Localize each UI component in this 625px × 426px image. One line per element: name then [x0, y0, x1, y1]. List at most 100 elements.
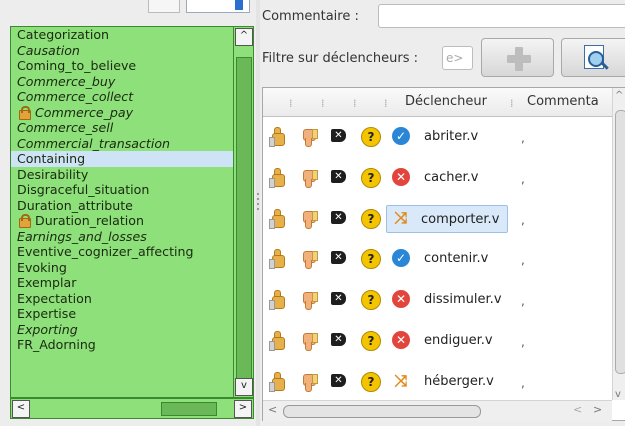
comment-cell[interactable]: , — [521, 376, 525, 390]
comment-cell[interactable]: , — [521, 172, 525, 186]
toolbar-button-stub-2[interactable] — [186, 0, 250, 13]
trigger-cell[interactable]: héberger.v — [420, 368, 498, 396]
table-horizontal-scrollbar[interactable]: < < > — [263, 400, 612, 421]
frame-list-vertical-scrollbar[interactable]: ^ v — [233, 26, 254, 398]
scroll-left-arrow[interactable]: < — [268, 403, 277, 416]
column-header-comment[interactable]: Commenta — [527, 94, 599, 109]
help-icon[interactable]: ? — [361, 371, 381, 392]
help-icon[interactable]: ? — [361, 167, 381, 188]
delete-icon[interactable]: ✕ — [331, 129, 346, 142]
thumbs-up-icon[interactable] — [269, 208, 285, 229]
scroll-thumb[interactable] — [283, 405, 481, 418]
scroll-right-arrow[interactable]: > — [234, 400, 252, 418]
help-icon[interactable]: ? — [361, 290, 381, 311]
scroll-up-arrow[interactable]: ^ — [235, 28, 253, 46]
scroll-thumb[interactable] — [161, 402, 217, 416]
delete-icon[interactable]: ✕ — [331, 210, 346, 224]
frame-list[interactable]: Categorization Causation Coming_to_believe… — [10, 26, 234, 398]
add-button[interactable] — [481, 38, 554, 77]
frame-list-horizontal-scrollbar[interactable]: < > — [10, 398, 254, 419]
comment-input[interactable] — [378, 4, 625, 28]
frame-label: Expertise — [17, 306, 77, 321]
thumbs-up-icon[interactable] — [269, 167, 285, 188]
frame-list-item[interactable]: Evoking — [11, 260, 233, 276]
thumbs-down-icon[interactable] — [300, 249, 318, 270]
table-row[interactable]: ✕? endiguer.v ✕, — [263, 321, 612, 362]
trigger-cell[interactable]: endiguer.v — [420, 327, 497, 355]
scroll-down-arrow[interactable]: v — [235, 378, 253, 396]
frame-list-item[interactable]: Coming_to_believe — [11, 58, 233, 74]
comment-cell[interactable]: , — [521, 335, 525, 349]
table-row[interactable]: ✕? dissimuler.v ✕, — [263, 280, 612, 321]
comment-cell[interactable]: , — [521, 294, 525, 308]
frame-list-item[interactable]: Duration_attribute — [11, 198, 233, 214]
thumbs-up-icon[interactable] — [269, 290, 285, 311]
frame-list-item[interactable]: Expertise — [11, 306, 233, 322]
thumbs-down-icon[interactable] — [300, 331, 318, 351]
comment-cell[interactable]: , — [521, 131, 525, 145]
table-row[interactable]: ✕? cacher.v ✕, — [263, 158, 612, 199]
frame-list-item[interactable]: Expectation — [11, 291, 233, 307]
status-ok-icon: ✓ — [392, 249, 410, 268]
thumbs-up-icon[interactable] — [269, 330, 285, 351]
trigger-cell[interactable]: abriter.v — [420, 123, 482, 151]
comment-cell[interactable]: , — [521, 253, 525, 267]
scroll-up-arrow[interactable]: ^ — [615, 90, 623, 101]
thumbs-down-icon[interactable] — [300, 168, 318, 188]
frame-list-item[interactable]: Categorization — [11, 27, 233, 43]
frame-list-item[interactable]: Desirability — [11, 167, 233, 183]
frame-list-item[interactable]: Exemplar — [11, 275, 233, 291]
frame-list-item[interactable]: FR_Adorning — [11, 337, 233, 353]
frame-list-item[interactable]: Commerce_sell — [11, 120, 233, 136]
trigger-cell[interactable]: contenir.v — [420, 245, 492, 273]
toolbar-button-stub[interactable] — [148, 0, 180, 13]
thumbs-down-icon[interactable] — [300, 372, 318, 392]
table-header: ⁞ ⁞ ⁞ ⁞ Déclencheur ⁞ Commenta — [263, 88, 612, 117]
search-document-button[interactable] — [561, 38, 625, 77]
help-icon[interactable]: ? — [361, 249, 381, 270]
column-header-trigger[interactable]: Déclencheur — [405, 94, 487, 109]
table-row[interactable]: ✕? héberger.v ⤨, — [263, 362, 612, 403]
frame-list-item[interactable]: Causation — [11, 43, 233, 59]
help-icon[interactable]: ? — [361, 330, 381, 351]
trigger-cell[interactable]: cacher.v — [420, 164, 482, 192]
delete-icon[interactable]: ✕ — [331, 373, 346, 387]
thumbs-down-icon[interactable] — [300, 290, 318, 311]
frame-list-item[interactable]: Eventive_cognizer_affecting — [11, 244, 233, 260]
scroll-right-arrow[interactable]: > — [593, 403, 602, 416]
delete-icon[interactable]: ✕ — [331, 292, 346, 306]
frame-list-item[interactable]: Commercial_transaction — [11, 136, 233, 152]
scroll-left-arrow-2[interactable]: < — [573, 403, 582, 416]
table-row[interactable]: ✕? contenir.v ✓, — [263, 239, 612, 280]
scroll-down-arrow[interactable]: v — [615, 389, 621, 400]
table-vertical-scrollbar[interactable]: ^ v — [612, 88, 625, 400]
thumbs-down-icon[interactable] — [300, 209, 318, 229]
thumbs-down-icon[interactable] — [300, 127, 318, 147]
frame-list-item[interactable]: Containing — [11, 151, 233, 167]
frame-list-item[interactable]: Duration_relation — [11, 213, 233, 229]
frame-list-item[interactable]: Disgraceful_situation — [11, 182, 233, 198]
frame-list-item[interactable]: Commerce_pay — [11, 105, 233, 121]
thumbs-up-icon[interactable] — [269, 127, 285, 147]
delete-icon[interactable]: ✕ — [331, 332, 346, 346]
comment-cell[interactable]: , — [521, 213, 525, 227]
frame-list-item[interactable]: Commerce_buy — [11, 74, 233, 90]
scroll-thumb[interactable] — [236, 57, 252, 394]
frame-label: Exporting — [17, 321, 78, 337]
thumbs-up-icon[interactable] — [269, 371, 285, 392]
trigger-cell[interactable]: dissimuler.v — [420, 286, 506, 314]
filter-input[interactable]: e> — [442, 46, 473, 70]
help-icon[interactable]: ? — [361, 208, 381, 229]
table-row[interactable]: ✕? abriter.v ✓, — [263, 117, 612, 158]
scroll-left-arrow[interactable]: < — [12, 400, 30, 418]
frame-list-item[interactable]: Earnings_and_losses — [11, 229, 233, 245]
thumbs-up-icon[interactable] — [269, 249, 285, 270]
frame-list-item[interactable]: Commerce_collect — [11, 89, 233, 105]
delete-icon[interactable]: ✕ — [331, 169, 346, 183]
table-row[interactable]: ✕? comporter.v ⤨, — [263, 199, 612, 240]
delete-icon[interactable]: ✕ — [331, 251, 346, 265]
scroll-thumb[interactable] — [615, 110, 625, 374]
help-icon[interactable]: ? — [361, 127, 381, 147]
splitter-handle[interactable] — [256, 190, 260, 220]
frame-list-item[interactable]: Exporting — [11, 322, 233, 338]
